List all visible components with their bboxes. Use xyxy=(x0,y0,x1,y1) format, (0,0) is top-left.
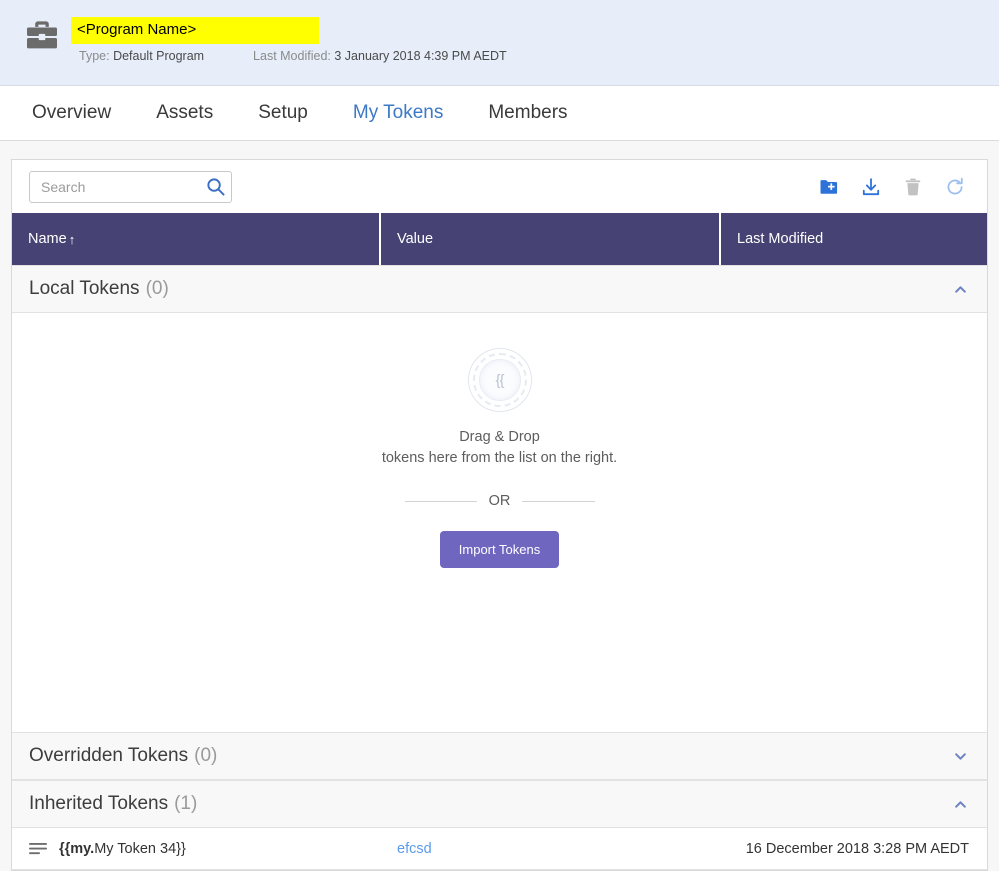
token-brace-glyph: {{ xyxy=(495,372,503,389)
dropzone-line-2: tokens here from the list on the right. xyxy=(380,448,620,469)
search-icon[interactable] xyxy=(206,177,225,196)
or-divider: OR xyxy=(405,493,595,509)
token-name-cell: {{my.My Token 34}} xyxy=(12,841,381,857)
table-header-row: Name ↑ Value Last Modified xyxy=(12,213,987,265)
chevron-down-icon[interactable] xyxy=(954,750,967,763)
chevron-up-icon[interactable] xyxy=(954,798,967,811)
section-title-inherited-tokens: Inherited Tokens xyxy=(29,793,168,815)
tab-my-tokens[interactable]: My Tokens xyxy=(353,102,443,124)
column-header-last-modified[interactable]: Last Modified xyxy=(721,213,987,265)
section-count-inherited-tokens: (1) xyxy=(174,793,197,815)
import-tokens-button[interactable]: Import Tokens xyxy=(440,531,559,568)
column-header-value[interactable]: Value xyxy=(381,213,721,265)
table-row[interactable]: {{my.My Token 34}} efcsd 16 December 201… xyxy=(12,828,987,870)
section-title-overridden-tokens: Overridden Tokens xyxy=(29,745,188,767)
program-modified-label: Last Modified: xyxy=(253,49,331,63)
token-value-link[interactable]: efcsd xyxy=(397,841,432,857)
tokens-panel: Name ↑ Value Last Modified Local Tokens … xyxy=(11,159,988,871)
program-type-value: Default Program xyxy=(113,49,204,63)
download-icon[interactable] xyxy=(861,177,881,197)
section-count-overridden-tokens: (0) xyxy=(194,745,217,767)
token-name: {{my.My Token 34}} xyxy=(59,841,186,857)
program-meta: <Program Name> Type: Default Program Las… xyxy=(71,14,507,63)
or-line-left xyxy=(405,501,477,502)
or-line-right xyxy=(522,501,594,502)
or-label: OR xyxy=(489,493,511,509)
sort-ascending-icon: ↑ xyxy=(69,232,76,247)
column-header-last-modified-label: Last Modified xyxy=(737,231,823,247)
program-name: <Program Name> xyxy=(71,17,319,44)
section-header-inherited-tokens[interactable]: Inherited Tokens (1) xyxy=(12,780,987,828)
search-box[interactable] xyxy=(29,171,232,203)
section-count-local-tokens: (0) xyxy=(146,278,169,300)
dropzone-line-1: Drag & Drop xyxy=(380,427,620,448)
program-subinfo: Type: Default Program Last Modified: 3 J… xyxy=(71,49,507,63)
section-header-local-tokens[interactable]: Local Tokens (0) xyxy=(12,265,987,313)
token-name-prefix: {{my. xyxy=(59,841,94,857)
token-drop-target-icon: {{ xyxy=(468,348,532,412)
new-folder-icon[interactable] xyxy=(819,177,839,197)
token-modified-cell: 16 December 2018 3:28 PM AEDT xyxy=(721,841,987,857)
program-header: <Program Name> Type: Default Program Las… xyxy=(0,0,999,86)
tab-assets[interactable]: Assets xyxy=(156,102,213,124)
tokens-toolbar xyxy=(12,160,987,213)
column-header-name[interactable]: Name ↑ xyxy=(12,213,381,265)
chevron-up-icon[interactable] xyxy=(954,283,967,296)
main-navigation: Overview Assets Setup My Tokens Members xyxy=(0,86,999,141)
content-area: Name ↑ Value Last Modified Local Tokens … xyxy=(0,141,999,871)
column-header-name-label: Name xyxy=(28,231,67,247)
briefcase-icon xyxy=(25,20,59,50)
drag-handle-icon[interactable] xyxy=(29,842,47,856)
tab-members[interactable]: Members xyxy=(488,102,567,124)
section-title-local-tokens: Local Tokens xyxy=(29,278,140,300)
toolbar-actions xyxy=(819,177,971,197)
token-value-cell: efcsd xyxy=(381,841,721,857)
tab-setup[interactable]: Setup xyxy=(258,102,308,124)
trash-icon[interactable] xyxy=(903,177,923,197)
token-name-rest: My Token 34}} xyxy=(94,841,186,857)
dropzone-instructions: Drag & Drop tokens here from the list on… xyxy=(380,427,620,469)
tab-overview[interactable]: Overview xyxy=(32,102,111,124)
section-header-overridden-tokens[interactable]: Overridden Tokens (0) xyxy=(12,732,987,780)
token-dropzone[interactable]: {{ Drag & Drop tokens here from the list… xyxy=(12,313,987,732)
program-type-label: Type: xyxy=(79,49,110,63)
column-header-value-label: Value xyxy=(397,231,433,247)
search-input[interactable] xyxy=(39,178,202,196)
refresh-icon[interactable] xyxy=(945,177,965,197)
program-modified-value: 3 January 2018 4:39 PM AEDT xyxy=(334,49,506,63)
